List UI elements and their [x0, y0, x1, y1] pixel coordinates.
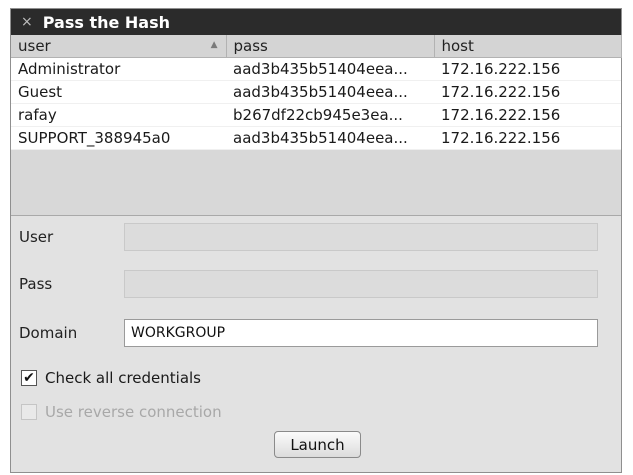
cell-host: 172.16.222.156 [434, 126, 621, 150]
pass-the-hash-dialog: × Pass the Hash user ▲ pass host Adminis… [10, 8, 622, 473]
pass-row: Pass [19, 270, 598, 298]
table-header-row: user ▲ pass host [11, 35, 622, 58]
close-icon[interactable]: × [21, 14, 33, 30]
cell-host: 172.16.222.156 [434, 57, 621, 81]
cell-pass: b267df22cb945e3ea... [226, 103, 434, 127]
table-row[interactable]: SUPPORT_388945a0 aad3b435b51404eea... 17… [11, 126, 621, 150]
column-header-label: user [18, 37, 51, 55]
title-bar: × Pass the Hash [11, 9, 621, 35]
cell-user: Guest [11, 80, 226, 104]
window-title: Pass the Hash [42, 12, 171, 32]
launch-button[interactable]: Launch [274, 431, 361, 458]
reverse-connection-option: Use reverse connection [21, 403, 222, 421]
reverse-connection-checkbox [21, 404, 37, 420]
credentials-table: user ▲ pass host Administrator aad3b435b… [11, 35, 622, 150]
pass-label: Pass [19, 275, 53, 293]
cell-host: 172.16.222.156 [434, 80, 621, 104]
sort-ascending-icon: ▲ [210, 40, 218, 50]
column-header-label: host [441, 37, 474, 55]
domain-input[interactable] [124, 319, 598, 347]
cell-user: SUPPORT_388945a0 [11, 126, 226, 150]
user-row: User [19, 223, 598, 251]
cell-pass: aad3b435b51404eea... [226, 57, 434, 81]
column-header-host[interactable]: host [434, 35, 622, 58]
user-input[interactable] [124, 223, 598, 251]
reverse-connection-label: Use reverse connection [45, 403, 222, 421]
pass-input[interactable] [124, 270, 598, 298]
check-all-label: Check all credentials [45, 369, 201, 387]
cell-pass: aad3b435b51404eea... [226, 80, 434, 104]
table-row[interactable]: rafay b267df22cb945e3ea... 172.16.222.15… [11, 103, 621, 127]
table-row[interactable]: Administrator aad3b435b51404eea... 172.1… [11, 57, 621, 81]
cell-pass: aad3b435b51404eea... [226, 126, 434, 150]
cell-user: rafay [11, 103, 226, 127]
column-header-user[interactable]: user ▲ [11, 35, 227, 58]
checkmark-icon: ✔ [23, 370, 35, 386]
credentials-table-panel: user ▲ pass host Administrator aad3b435b… [11, 35, 622, 216]
check-all-credentials-option[interactable]: ✔ Check all credentials [21, 369, 201, 387]
table-row[interactable]: Guest aad3b435b51404eea... 172.16.222.15… [11, 80, 621, 104]
cell-user: Administrator [11, 57, 226, 81]
domain-row: Domain [19, 319, 598, 347]
column-header-label: pass [233, 37, 268, 55]
column-header-pass[interactable]: pass [226, 35, 435, 58]
check-all-checkbox[interactable]: ✔ [21, 370, 37, 386]
user-label: User [19, 228, 54, 246]
cell-host: 172.16.222.156 [434, 103, 621, 127]
domain-label: Domain [19, 324, 78, 342]
